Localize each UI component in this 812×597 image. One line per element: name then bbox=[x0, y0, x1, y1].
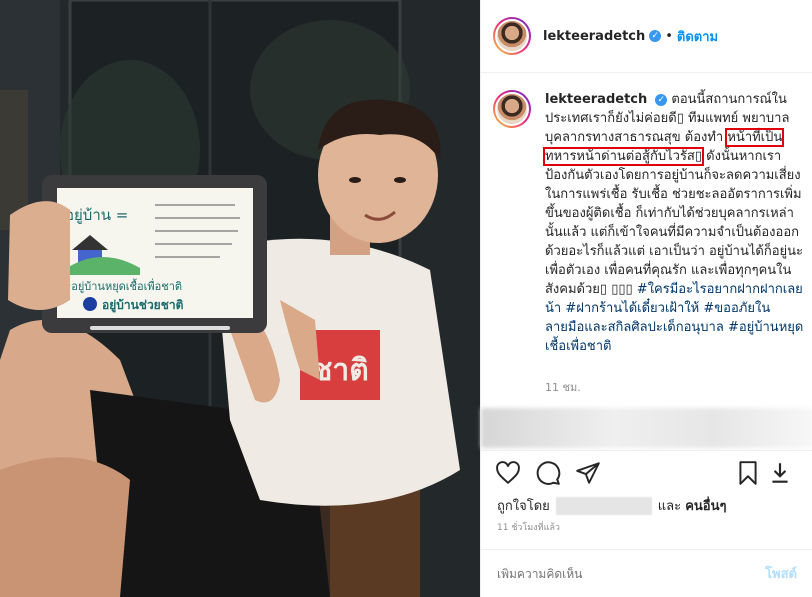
share-icon[interactable] bbox=[575, 460, 601, 486]
caption-time: 11 ชม. bbox=[545, 381, 581, 394]
caption-avatar[interactable] bbox=[493, 90, 531, 128]
post-timestamp[interactable]: 11 ชั่วโมงที่แล้ว bbox=[497, 520, 560, 534]
hashtag-link[interactable]: #ฝากร้านได้เดี๋ยวเฝ้าให้ bbox=[565, 301, 699, 316]
separator-dot: • bbox=[665, 28, 673, 44]
post-header: lekteeradetch ✓ • ติดตาม bbox=[481, 0, 812, 73]
heart-icon[interactable] bbox=[495, 460, 521, 486]
download-icon[interactable] bbox=[767, 460, 793, 486]
avatar[interactable] bbox=[493, 17, 531, 55]
blurred-username bbox=[555, 496, 652, 515]
bookmark-icon[interactable] bbox=[735, 460, 761, 486]
shirt-print: ชาติ bbox=[312, 353, 369, 388]
verified-icon: ✓ bbox=[655, 93, 668, 106]
post-sidebar: lekteeradetch ✓ • ติดตาม lekteeradetch ✓ … bbox=[480, 0, 812, 597]
photo-illustration: ชาติ อยู่บ้าน = #อยู่บ้านหยุดเชื้อเพื่อช… bbox=[0, 0, 480, 597]
caption-body-2: ดังนั้นหากเราป้องกันตัวเองโดยการอยู่บ้าน… bbox=[545, 149, 804, 297]
tablet-board: อยู่บ้าน = #อยู่บ้านหยุดเชื้อเพื่อชาติ อ… bbox=[42, 175, 267, 333]
caption-username[interactable]: lekteeradetch bbox=[545, 92, 647, 107]
verified-icon: ✓ bbox=[649, 30, 662, 42]
follow-button[interactable]: ติดตาม bbox=[677, 26, 718, 47]
comment-icon[interactable] bbox=[535, 460, 561, 486]
comment-composer: โพสต์ bbox=[481, 549, 812, 597]
others-link[interactable]: คนอื่นๆ bbox=[685, 495, 726, 516]
comment-input[interactable] bbox=[497, 566, 766, 581]
board-logo-text: อยู่บ้านช่วยชาติ bbox=[102, 298, 184, 313]
post-photo[interactable]: ชาติ อยู่บ้าน = #อยู่บ้านหยุดเชื้อเพื่อช… bbox=[0, 0, 480, 597]
header-username[interactable]: lekteeradetch bbox=[543, 29, 645, 44]
blurred-comment bbox=[481, 408, 812, 448]
action-bar bbox=[481, 450, 812, 492]
likes-row: ถูกใจโดย และ คนอื่นๆ bbox=[497, 495, 726, 516]
board-title: อยู่บ้าน = bbox=[65, 206, 128, 224]
and-label: และ bbox=[657, 499, 682, 514]
post-button[interactable]: โพสต์ bbox=[765, 563, 797, 584]
caption-text: lekteeradetch ✓ ตอนนี้สถานการณ์ในประเทศเร… bbox=[542, 90, 805, 356]
liked-by-label: ถูกใจโดย bbox=[497, 499, 550, 514]
board-hashtag: #อยู่บ้านหยุดเชื้อเพื่อชาติ bbox=[62, 278, 182, 293]
